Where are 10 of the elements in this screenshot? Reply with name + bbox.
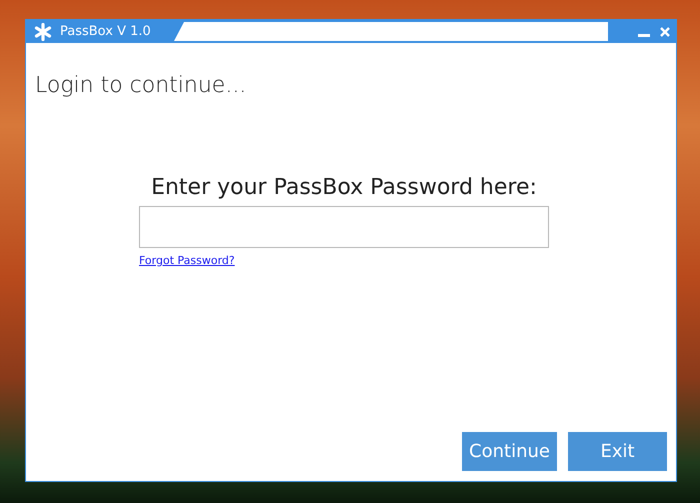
forgot-password-link[interactable]: Forgot Password? bbox=[139, 254, 235, 267]
password-label: Enter your PassBox Password here: bbox=[151, 175, 537, 200]
asterisk-icon bbox=[34, 22, 52, 40]
continue-button[interactable]: Continue bbox=[462, 432, 557, 471]
password-field[interactable] bbox=[139, 206, 549, 248]
window-title: PassBox V 1.0 bbox=[60, 24, 151, 39]
minimize-icon[interactable] bbox=[638, 34, 650, 38]
close-icon[interactable] bbox=[660, 26, 670, 36]
exit-button[interactable]: Exit bbox=[568, 432, 667, 471]
login-heading: Login to continue... bbox=[35, 73, 248, 98]
